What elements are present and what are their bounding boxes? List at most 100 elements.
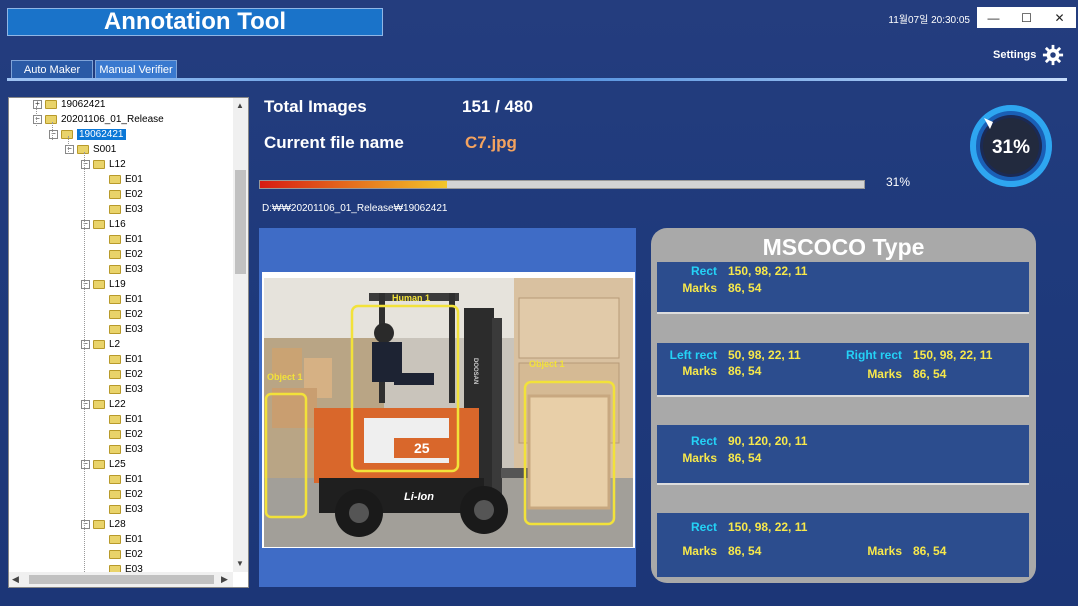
tree-node-label: 19062421 (77, 129, 126, 140)
expand-icon[interactable]: + (33, 100, 42, 109)
tree-horizontal-scrollbar[interactable]: ◀ ▶ (9, 572, 233, 587)
tree-node-item[interactable]: E02 (97, 549, 143, 560)
settings-button[interactable]: Settings (993, 44, 1064, 66)
right-rect-value: 150, 98, 22, 11 (913, 348, 993, 362)
folder-icon (109, 490, 121, 499)
tree-node-group[interactable]: − L28 (81, 519, 126, 530)
folder-icon (109, 250, 121, 259)
tree-node-item[interactable]: E01 (97, 294, 143, 305)
tree-node-label: E01 (125, 234, 143, 245)
tree-node-label: L19 (109, 279, 126, 290)
tree-node-group[interactable]: − L12 (81, 159, 126, 170)
tree-node-item[interactable]: E01 (97, 234, 143, 245)
marks-label-right: Marks (867, 544, 902, 558)
tree-node-label: E01 (125, 354, 143, 365)
tree-node-group[interactable]: − L25 (81, 459, 126, 470)
tree-node-item[interactable]: E01 (97, 534, 143, 545)
minimize-button[interactable]: — (977, 7, 1010, 28)
collapse-icon[interactable]: − (49, 130, 58, 139)
tree-node-group[interactable]: − L2 (81, 339, 120, 350)
tree-node-label: E03 (125, 504, 143, 515)
collapse-icon[interactable]: − (81, 340, 90, 349)
rect-value: 150, 98, 22, 11 (728, 520, 808, 534)
tree-node-19062421[interactable]: +19062421 (33, 99, 106, 110)
collapse-icon[interactable]: − (33, 115, 42, 124)
folder-icon (93, 520, 105, 529)
tree-node-19062421-selected[interactable]: − 19062421 (49, 129, 126, 140)
marks-label: Marks (682, 451, 717, 465)
tree-hscroll-thumb[interactable] (29, 575, 214, 584)
tree-node-label: E02 (125, 489, 143, 500)
maximize-button[interactable]: ☐ (1010, 7, 1043, 28)
forklift-image[interactable]: 25 Li-Ion DOOSAN Human 1 Object 1 Object… (264, 278, 633, 547)
forklift-model-text: 25 (414, 440, 430, 456)
folder-icon (93, 160, 105, 169)
progress-ring: 31% (970, 105, 1052, 187)
tree-node-item[interactable]: E03 (97, 204, 143, 215)
tree-node-item[interactable]: E03 (97, 504, 143, 515)
current-path: D:₩₩20201106_01_Release₩19062421 (262, 203, 448, 214)
folder-icon (109, 535, 121, 544)
tree-node-label: E01 (125, 174, 143, 185)
scroll-right-icon[interactable]: ▶ (221, 574, 228, 585)
folder-icon (109, 430, 121, 439)
tree-vertical-scrollbar[interactable]: ▲ ▼ (233, 98, 248, 572)
tree-node-item[interactable]: E01 (97, 354, 143, 365)
tree-scroll-thumb[interactable] (235, 170, 246, 274)
tree-node-group[interactable]: − L19 (81, 279, 126, 290)
tree-node-label: E02 (125, 429, 143, 440)
tree-node-item[interactable]: E01 (97, 474, 143, 485)
folder-icon (109, 415, 121, 424)
tree-node-item[interactable]: E03 (97, 324, 143, 335)
forklift-badge-text: Li-Ion (404, 491, 434, 503)
collapse-icon[interactable]: − (81, 280, 90, 289)
marks-label-right: Marks (867, 367, 902, 381)
tree-node-label: 20201106_01_Release (61, 114, 164, 125)
collapse-icon[interactable]: − (81, 520, 90, 529)
tree-node-group[interactable]: − L16 (81, 219, 126, 230)
tree-node-item[interactable]: E01 (97, 174, 143, 185)
marks-label: Marks (682, 544, 717, 558)
tree-node-label: S001 (93, 144, 117, 155)
tree-node-s001[interactable]: − S001 (65, 144, 116, 155)
tree-node-item[interactable]: E03 (97, 384, 143, 395)
close-button[interactable]: ✕ (1043, 7, 1076, 28)
tree-node-item[interactable]: E02 (97, 309, 143, 320)
tree-node-item[interactable]: E01 (97, 414, 143, 425)
tree-node-item[interactable]: E02 (97, 369, 143, 380)
collapse-icon[interactable]: − (81, 160, 90, 169)
folder-icon (109, 205, 121, 214)
scroll-down-icon[interactable]: ▼ (236, 559, 244, 568)
tree-node-label: E01 (125, 534, 143, 545)
collapse-icon[interactable]: − (81, 220, 90, 229)
current-file-value: C7.jpg (465, 133, 517, 152)
collapse-icon[interactable]: − (65, 145, 74, 154)
folder-icon (109, 355, 121, 364)
tree-node-label: L2 (109, 339, 121, 350)
folder-icon (93, 460, 105, 469)
current-file-label: Current file name (264, 133, 404, 152)
collapse-icon[interactable]: − (81, 460, 90, 469)
tree-node-item[interactable]: E03 (97, 264, 143, 275)
app-title: Annotation Tool (7, 8, 383, 36)
tree-node-item[interactable]: E03 (97, 444, 143, 455)
tree-node-item[interactable]: E02 (97, 489, 143, 500)
folder-tree[interactable]: +19062421−20201106_01_Release −19062421− S… (8, 97, 249, 588)
scroll-left-icon[interactable]: ◀ (12, 574, 19, 585)
tree-node-item[interactable]: E02 (97, 189, 143, 200)
left-rect-label: Left rect (669, 348, 717, 362)
tree-node-label: L12 (109, 159, 126, 170)
tab-manual-verifier[interactable]: Manual Verifier (95, 60, 177, 78)
scroll-up-icon[interactable]: ▲ (236, 101, 244, 110)
tree-node-label: 19062421 (61, 99, 106, 110)
tree-node-item[interactable]: E02 (97, 429, 143, 440)
tree-guide-line (84, 152, 85, 572)
folder-icon (45, 115, 57, 124)
collapse-icon[interactable]: − (81, 400, 90, 409)
progress-bar (259, 180, 865, 189)
tree-node-group[interactable]: − L22 (81, 399, 126, 410)
tree-node-item[interactable]: E02 (97, 249, 143, 260)
rect-label: Rect (690, 434, 717, 448)
coco-card-2: Left rect 50, 98, 22, 11 Marks 86, 54 Ri… (657, 343, 1029, 397)
tab-auto-maker[interactable]: Auto Maker (11, 60, 93, 78)
